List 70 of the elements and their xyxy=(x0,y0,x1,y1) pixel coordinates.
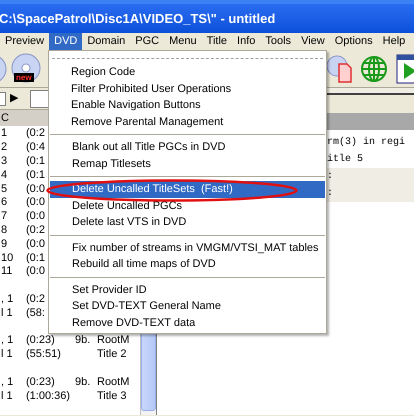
dvd-command[interactable]: Remove DVD-TEXT data xyxy=(50,314,325,331)
list-cell-text: (0:1 xyxy=(26,154,46,168)
list-cell-text: (58: xyxy=(26,306,46,320)
dvd-command[interactable]: Blank out all Title PGCs in DVD xyxy=(50,139,325,156)
list-cell-text: 10 xyxy=(0,252,14,265)
menu-bar-item[interactable]: Menu xyxy=(164,33,202,50)
list-cell-text: (0:2 xyxy=(26,224,46,237)
play-window-icon[interactable] xyxy=(396,54,414,84)
dvd-command[interactable]: Set DVD-TEXT General Name xyxy=(50,298,325,314)
menu-bar-item[interactable]: Options xyxy=(330,33,378,50)
list-cell-text: l 1 xyxy=(0,348,14,362)
list-cell-text: (0:0 xyxy=(26,196,46,210)
tear-off-line[interactable] xyxy=(52,58,323,59)
list-cell-text: (0:2 xyxy=(26,127,46,140)
list-cell-text: 3 xyxy=(0,154,8,168)
menu-bar-item[interactable]: Preview xyxy=(0,33,50,50)
list-cell-text: RootM xyxy=(97,334,130,348)
list-cell-text: l 1 xyxy=(0,306,14,320)
dvd-command[interactable]: Delete last VTS in DVD xyxy=(50,214,325,230)
list-cell-text: l 1 xyxy=(0,390,14,403)
dvd-command[interactable]: Set Provider ID xyxy=(50,282,325,298)
menu-bar-item[interactable]: Info xyxy=(232,33,260,50)
list-cell-text: RootM xyxy=(97,376,130,389)
globe-icon[interactable] xyxy=(360,54,388,82)
dvd-command[interactable]: Region Code xyxy=(49,64,326,80)
dvd-command[interactable]: Rebuild all time maps of DVD xyxy=(50,256,325,272)
list-cell-text: (0:23) xyxy=(26,334,56,348)
input-field-edge xyxy=(0,92,6,106)
list-cell-text: 5 xyxy=(0,182,8,196)
menu-bar-item[interactable]: PGC xyxy=(130,33,164,50)
menu-bar-item[interactable]: View xyxy=(296,33,330,50)
list-cell-text: 4 xyxy=(0,168,8,182)
list-cell-text: (0:2 xyxy=(26,292,46,306)
list-cell-text: (0:0 xyxy=(26,182,46,196)
list-cell-text: , 1 xyxy=(0,334,14,348)
list-cell-text: 9 xyxy=(0,238,8,251)
code-line: itle 5 xyxy=(327,152,364,167)
list-cell-text: , 1 xyxy=(0,292,14,306)
menu-bar-item[interactable]: Tools xyxy=(260,33,296,50)
list-cell-text: (0:0 xyxy=(26,265,46,278)
play-button[interactable]: ▶ xyxy=(10,90,26,107)
list-cell-text: , 1 xyxy=(0,376,14,389)
dvd-command[interactable]: Remap Titlesets xyxy=(50,156,325,172)
list-cell-text: 2 xyxy=(0,141,8,154)
code-line: rm(3) in regi xyxy=(327,136,406,150)
list-cell-text: 9b. xyxy=(75,334,92,348)
list-cell-text: 9b. xyxy=(75,376,92,389)
list-cell-text: (0:0 xyxy=(26,210,46,224)
list-cell-text: (0:1 xyxy=(26,168,46,182)
list-cell-text: (55:51) xyxy=(26,348,62,362)
list-cell-text: Title 3 xyxy=(97,390,128,403)
list-cell-text: (1:00:36) xyxy=(26,390,72,403)
menu-bar-item[interactable]: Help xyxy=(378,33,410,50)
list-cell-text: (0:4 xyxy=(26,141,46,154)
list-cell-text: (0:23) xyxy=(26,376,56,389)
new-disc-icon[interactable]: new xyxy=(11,52,41,84)
dvd-command[interactable]: Filter Prohibited User Operations xyxy=(49,80,326,97)
dvd-command[interactable]: Fix number of streams in VMGM/VTSI_MAT tables xyxy=(50,240,325,256)
list-cell-text: (0:1 xyxy=(26,252,46,265)
list-cell-text: 1 xyxy=(0,127,8,140)
menu-bar-item[interactable]: Domain xyxy=(82,33,130,50)
list-cell-text: 6 xyxy=(0,196,8,210)
list-cell-text: 11 xyxy=(0,265,14,278)
disc-document-icon[interactable] xyxy=(326,54,352,84)
list-cell-text: Title 2 xyxy=(97,348,128,362)
list-cell-text: 7 xyxy=(0,210,8,224)
list-cell-text: 8 xyxy=(0,224,8,237)
menu-bar-item[interactable]: DVD xyxy=(49,33,82,50)
dvd-command[interactable]: Delete Uncalled PGCs xyxy=(50,198,325,214)
menu-bar-item[interactable]: Title xyxy=(202,33,232,50)
